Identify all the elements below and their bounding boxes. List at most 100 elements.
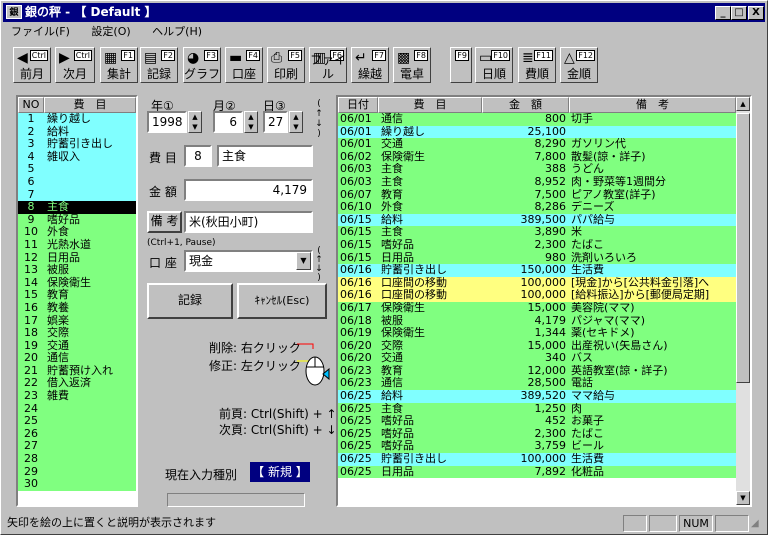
note-button[interactable]: 備 考 [147,211,182,233]
year-field[interactable]: 1998 [147,111,187,133]
dropdown-arrow-icon[interactable]: ▼ [296,252,311,270]
category-row[interactable]: 13 被服 [18,264,136,277]
scroll-down-icon[interactable]: ▼ [736,491,750,505]
sort-date-button[interactable]: ▭ F10 日順 [475,47,513,83]
category-row[interactable]: 5 [18,163,136,176]
category-name: 交際 [47,326,69,340]
graph-button[interactable]: ◕ F3 グラフ [183,47,221,83]
minimize-button[interactable]: _ [715,6,731,20]
category-row[interactable]: 28 [18,452,136,466]
entry-row[interactable]: 06/20 交際 15,000 出産祝い(矢島さん) [338,339,736,353]
file-button[interactable]: ▥ F6 ファイル [309,47,347,83]
sort-category-button[interactable]: ≣ F11 費順 [518,47,556,83]
amount-field[interactable]: 4,179 [184,179,313,201]
entry-row[interactable]: 06/01 交通 8,290 ガソリン代 [338,138,736,151]
resize-grip-icon[interactable]: ◢ [751,518,759,530]
entry-row[interactable]: 06/25 嗜好品 2,300 たばこ [338,427,736,441]
entry-row[interactable]: 06/16 口座間の移動 100,000 [給料振込]から[郵便局定期] [338,289,736,302]
column-header-amount[interactable]: 金 額 [482,97,569,113]
entry-row[interactable]: 06/17 保険衛生 15,000 美容院(ママ) [338,301,736,315]
menu-help[interactable]: ヘルプ(H) [152,25,202,38]
next-month-button[interactable]: ▶ Ctrl 次月 [55,47,95,83]
month-spinner[interactable]: ▲ ▼ [244,111,258,133]
entry-row[interactable]: 06/20 交通 340 バス [338,352,736,365]
category-row[interactable]: 8 主食 [18,201,136,214]
day-spinner[interactable]: ▲ ▼ [289,111,303,133]
entry-row[interactable]: 06/01 繰り越し 25,100 [338,125,736,139]
summary-button[interactable]: ▦ F1 集計 [100,47,138,83]
maximize-button[interactable]: □ [731,6,747,20]
prev-month-button[interactable]: ◀ Ctrl 前月 [13,47,51,83]
entry-row[interactable]: 06/10 外食 8,286 デニーズ [338,201,736,214]
account-button[interactable]: ▬ F4 口座 [225,47,263,83]
entry-row[interactable]: 06/15 日用品 980 洗剤いろいろ [338,251,736,265]
category-row[interactable]: 18 交際 [18,326,136,340]
menu-file[interactable]: ファイル(F) [11,25,70,38]
category-row[interactable]: 25 [18,415,136,428]
note-field[interactable]: 米(秋田小町) [184,211,313,233]
entry-row[interactable]: 06/01 通信 800 切手 [338,113,736,126]
column-header-category[interactable]: 費 目 [378,97,482,113]
title-bar[interactable]: 銀 銀の秤 - 【 Default 】 _ □ X [3,3,765,22]
category-name [44,163,136,176]
app-icon[interactable]: 銀 [6,5,22,19]
entry-note: 米 [571,226,582,239]
entry-row[interactable]: 06/23 教育 12,000 英語教室(諒・詳子) [338,364,736,378]
entry-row[interactable]: 06/16 口座間の移動 100,000 [現金]から[公共料金引落]へ [338,276,736,290]
column-header-no[interactable]: NO [18,97,44,113]
category-row[interactable]: 16 教養 [18,301,136,315]
record-button[interactable]: ▤ F2 記録 [140,47,178,83]
category-row[interactable]: 23 雑費 [18,389,136,403]
entry-row[interactable]: 06/16 貯蓄引き出し 150,000 生活費 [338,264,736,277]
record-button[interactable]: 記録 [147,283,233,319]
account-select[interactable]: 現金 ▼ [184,250,313,272]
entry-row[interactable]: 06/15 給料 389,500 パパ給与 [338,213,736,227]
category-name-field[interactable]: 主食 [217,145,313,167]
category-row[interactable]: 30 [18,478,136,491]
category-row[interactable]: 11 光熱水道 [18,238,136,252]
entry-row[interactable]: 06/03 主食 388 うどん [338,163,736,176]
entry-row[interactable]: 06/25 嗜好品 3,759 ビール [338,440,736,454]
month-field[interactable]: 6 [213,111,243,133]
category-row[interactable]: 6 [18,175,136,189]
menu-settings[interactable]: 設定(O) [91,25,130,38]
entry-row[interactable]: 06/23 通信 28,500 電話 [338,377,736,391]
entry-row[interactable]: 06/25 主食 1,250 肉 [338,402,736,416]
entry-row[interactable]: 06/25 給料 389,520 ママ給与 [338,390,736,403]
scroll-up-icon[interactable]: ▲ [736,97,750,111]
vertical-scrollbar[interactable]: ▲ ▼ [736,97,750,505]
category-row[interactable]: 7 [18,188,136,202]
category-row[interactable]: 1 繰り越し [18,112,136,126]
entry-row[interactable]: 06/07 教育 7,500 ピアノ教室(詳子) [338,188,736,202]
column-header-note[interactable]: 備 考 [569,97,736,113]
entries-table[interactable]: 日付 費 目 金 額 備 考 06/01 通信 800 切手 06/01 繰り越し 25,1… [336,95,752,507]
category-row[interactable]: 3 貯蓄引き出し [18,138,136,151]
entry-row[interactable]: 06/25 嗜好品 452 お菓子 [338,415,736,428]
entry-row[interactable]: 06/25 日用品 7,892 化粧品 [338,465,736,479]
entry-row[interactable]: 06/19 保険衛生 1,344 薬(セキドメ) [338,327,736,340]
category-row[interactable]: 20 通信 [18,352,136,365]
entry-row[interactable]: 06/02 保険衛生 7,800 散髪(諒・詳子) [338,150,736,164]
cancel-button[interactable]: ｷｬﾝｾﾙ(Esc) [237,283,327,319]
entry-row[interactable]: 06/15 嗜好品 2,300 たばこ [338,238,736,252]
calculator-button[interactable]: ▩ F8 電卓 [393,47,431,83]
entry-row[interactable]: 06/25 貯蓄引き出し 100,000 生活費 [338,453,736,466]
column-header-category[interactable]: 費 目 [44,97,136,113]
entry-row[interactable]: 06/15 主食 3,890 米 [338,226,736,239]
print-button[interactable]: ⎙ F5 印刷 [267,47,305,83]
day-field[interactable]: 27 [263,111,288,133]
sort-amount-button[interactable]: △ F12 金順 [560,47,598,83]
year-spinner[interactable]: ▲ ▼ [188,111,202,133]
scroll-thumb[interactable] [736,113,750,383]
column-header-date[interactable]: 日付 [338,97,378,113]
category-no-field[interactable]: 8 [184,145,212,167]
category-list[interactable]: NO 費 目 1 繰り越し 2 給料 3 貯蓄引き出し 4 雑収入 5 6 7 8 主食 9 嗜好品 10 外食… [16,95,138,507]
close-button[interactable]: X [748,6,764,20]
left-arrow-icon: ◀ [17,50,28,66]
carryover-button[interactable]: ↵ F7 繰越 [351,47,389,83]
entry-row[interactable]: 06/18 被服 4,179 パジャマ(ママ) [338,314,736,328]
category-row[interactable]: 4 雑収入 [18,150,136,164]
f9-button[interactable]: F9 [450,47,472,83]
entry-row[interactable]: 06/03 主食 8,952 肉・野菜等1週間分 [338,175,736,189]
entry-amount: 1,250 [534,402,567,415]
